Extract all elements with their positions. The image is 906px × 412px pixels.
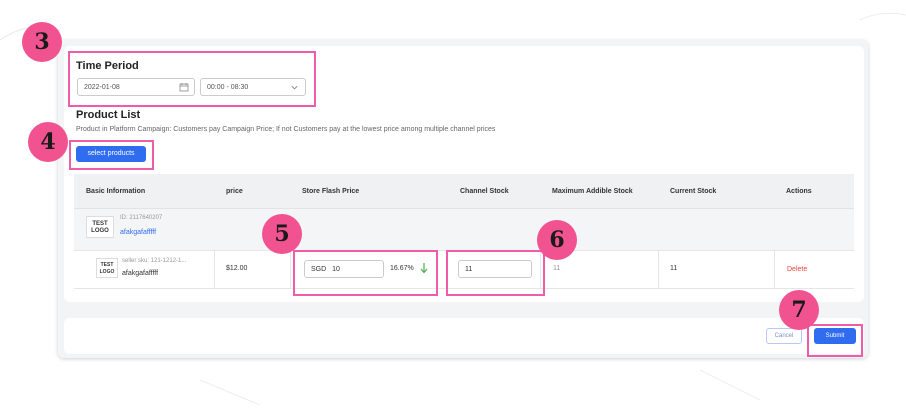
step-badge-4: 4: [28, 122, 68, 162]
step-badge-3: 3: [22, 22, 62, 62]
calendar-icon: [179, 83, 189, 92]
product-list-title: Product List: [76, 109, 141, 121]
product-name-link[interactable]: afakgafafffff: [120, 229, 156, 236]
channel-stock-input[interactable]: 11: [458, 260, 532, 278]
column-divider: [290, 251, 291, 288]
submit-button[interactable]: Submit: [814, 328, 856, 344]
current-stock: 11: [670, 265, 678, 272]
header-channel-stock: Channel Stock: [460, 188, 509, 195]
variant-logo: TEST LOGO: [96, 258, 118, 278]
column-divider: [658, 251, 659, 288]
seller-sku: seller sku: 121-1212-1...: [122, 258, 187, 264]
table-header: Basic Information price Store Flash Pric…: [74, 174, 854, 209]
time-range-value: 00:00 - 08:30: [207, 84, 249, 91]
flash-price-value: 10: [332, 266, 340, 273]
max-addible-stock: 11: [553, 265, 561, 272]
product-id: ID: 2117640207: [120, 215, 163, 221]
product-logo: TEST LOGO: [86, 216, 114, 238]
header-store-flash-price: Store Flash Price: [302, 188, 360, 195]
channel-stock-value: 11: [465, 266, 473, 273]
step-badge-5: 5: [262, 214, 302, 254]
header-price: price: [226, 188, 243, 195]
header-actions: Actions: [786, 188, 812, 195]
time-period-title: Time Period: [76, 60, 139, 72]
column-divider: [540, 251, 541, 288]
flash-price-input[interactable]: SGD 10: [304, 260, 384, 278]
column-divider: [214, 251, 215, 288]
chevron-down-icon: [291, 85, 298, 90]
date-value: 2022-01-08: [84, 84, 120, 91]
cancel-button[interactable]: Cancel: [766, 328, 802, 344]
variant-price: $12.00: [226, 265, 248, 272]
currency-label: SGD: [311, 266, 327, 273]
table-row-parent: [74, 209, 854, 251]
column-divider: [774, 251, 775, 288]
footer-bar: [64, 318, 864, 354]
delete-link[interactable]: Delete: [787, 266, 807, 273]
arrow-down-icon: [420, 263, 428, 274]
step-badge-6: 6: [537, 220, 577, 260]
header-current-stock: Current Stock: [670, 188, 717, 195]
step-badge-7: 7: [779, 290, 819, 330]
variant-name: afakgafafffff: [122, 270, 159, 277]
time-range-select[interactable]: 00:00 - 08:30: [200, 78, 306, 96]
date-picker[interactable]: 2022-01-08: [77, 78, 195, 96]
header-maximum-addible-stock: Maximum Addible Stock: [552, 188, 633, 195]
discount-percent: 16.67%: [390, 265, 414, 272]
select-products-button[interactable]: select products: [76, 146, 146, 162]
column-divider: [446, 251, 447, 288]
product-list-description: Product in Platform Campaign: Customers …: [76, 126, 496, 133]
header-basic-information: Basic Information: [86, 188, 146, 195]
